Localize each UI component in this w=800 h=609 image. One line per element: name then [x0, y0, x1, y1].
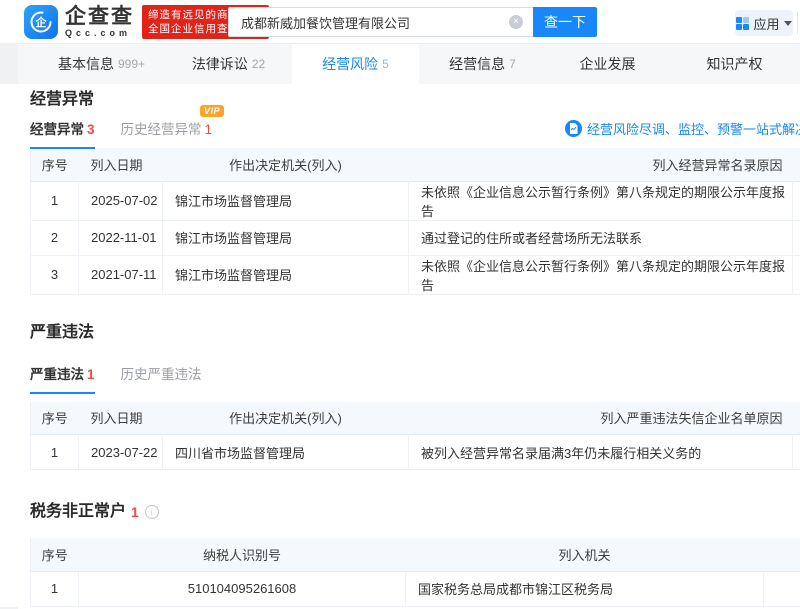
- search-button[interactable]: 查一下: [533, 7, 597, 37]
- table-row: 1 2023-07-22 四川省市场监督管理局 被列入经营异常名录届满3年仍未履…: [31, 435, 800, 470]
- violation-table: 序号 列入日期 作出决定机关(列入) 列入严重违法失信企业名单原因 1 2023…: [30, 402, 800, 471]
- main-content: 经营异常 经营异常3 历史经营异常1 VIP 经营风险尽调、监控、预警一站式解决…: [0, 84, 800, 607]
- vip-badge: VIP: [200, 105, 224, 117]
- info-icon[interactable]: i: [145, 505, 159, 519]
- table-row: 1 510104095261608 国家税务总局成都市锦江区税务局: [31, 571, 800, 606]
- search-bar: × 查一下: [228, 7, 597, 37]
- clear-search-icon[interactable]: ×: [509, 15, 523, 29]
- chevron-down-icon: [784, 21, 792, 26]
- apps-menu-button[interactable]: 应用: [735, 10, 793, 36]
- search-input[interactable]: [228, 7, 533, 37]
- abnormal-table: 序号 列入日期 作出决定机关(列入) 列入经营异常名录原因 1 2025-07-…: [30, 148, 800, 295]
- section-title-tax-abnormal: 税务非正常户 1 i: [30, 502, 800, 522]
- table-header-row: 序号 列入日期 作出决定机关(列入) 列入经营异常名录原因: [31, 148, 800, 181]
- table-header-row: 序号 列入日期 作出决定机关(列入) 列入严重违法失信企业名单原因: [31, 402, 800, 435]
- tab-legal-litigation[interactable]: 法律诉讼 22: [165, 44, 292, 84]
- violation-subtabs: 严重违法1 历史严重违法: [30, 363, 800, 390]
- subtab-abnormal-history[interactable]: 历史经营异常1 VIP: [121, 118, 213, 147]
- tab-intellectual-property[interactable]: 知识产权: [673, 44, 800, 84]
- subtab-violation-history[interactable]: 历史严重违法: [121, 363, 202, 392]
- company-nav-tabs: 基本信息 999+ 法律诉讼 22 经营风险 5 经营信息 7 企业发展 知识产…: [18, 44, 800, 84]
- svg-text:企: 企: [35, 15, 48, 29]
- risk-solution-link[interactable]: 经营风险尽调、监控、预警一站式解决方案: [565, 119, 800, 138]
- tab-operating-info[interactable]: 经营信息 7: [419, 44, 546, 84]
- tab-company-development[interactable]: 企业发展: [546, 44, 673, 84]
- header-divider: [797, 12, 798, 34]
- apps-grid-icon: [736, 17, 749, 30]
- brand-name: 企查查: [65, 6, 134, 28]
- subtab-abnormal-current[interactable]: 经营异常3: [30, 118, 95, 149]
- table-row: 1 2025-07-02 锦江市场监督管理局 未依照《企业信息公示暂行条例》第八…: [31, 181, 800, 220]
- abnormal-subtabs: 经营异常3 历史经营异常1 VIP 经营风险尽调、监控、预警一站式解决方案: [30, 118, 800, 145]
- tab-basic-info[interactable]: 基本信息 999+: [38, 44, 165, 84]
- site-header: 企 企查查 Qcc.com 缔造有远见的商业传奇 全国企业信用查询系统 × 查一…: [0, 0, 800, 44]
- report-doc-icon: [565, 120, 582, 137]
- tab-operating-risk[interactable]: 经营风险 5: [292, 44, 419, 84]
- brand-domain: Qcc.com: [65, 28, 134, 38]
- table-row: 3 2021-07-11 锦江市场监督管理局 未依照《企业信息公示暂行条例》第八…: [31, 255, 800, 294]
- section-title-operating-abnormal: 经营异常: [30, 90, 800, 110]
- table-header-row: 序号 纳税人识别号 列入机关: [31, 538, 800, 571]
- table-row: 2 2022-11-01 锦江市场监督管理局 通过登记的住所或者经营场所无法联系: [31, 220, 800, 255]
- apps-label: 应用: [753, 14, 779, 33]
- qcc-logo-icon: 企: [24, 5, 58, 39]
- section-title-serious-violation: 严重违法: [30, 323, 800, 343]
- tax-table: 序号 纳税人识别号 列入机关 1 510104095261608 国家税务总局成…: [30, 538, 800, 607]
- subtab-violation-current[interactable]: 严重违法1: [30, 363, 95, 394]
- tax-abnormal-count: 1: [131, 502, 139, 522]
